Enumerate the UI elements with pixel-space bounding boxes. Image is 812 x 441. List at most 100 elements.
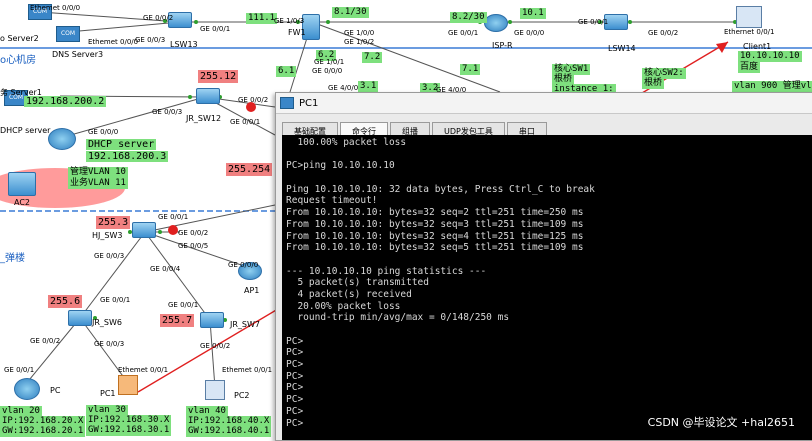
- console-line: From 10.10.10.10: bytes=32 seq=5 ttl=251…: [286, 242, 584, 254]
- isp-router-icon[interactable]: [484, 14, 508, 32]
- console-line: 4 packet(s) received: [286, 288, 412, 300]
- jr-sw12-name: JR_SW12: [186, 114, 222, 123]
- jr-sw12-port-c: GE 0/0/1: [230, 118, 261, 126]
- building-label: _弹楼: [0, 253, 25, 264]
- pc1-icon[interactable]: [118, 375, 138, 395]
- ip-7-2-label: 7.2: [362, 52, 383, 63]
- ip-6-1-label: 6.1: [276, 66, 297, 77]
- fw1-port-a: GE 1/0/3: [274, 17, 305, 25]
- console-line: Ping 10.10.10.10: 32 data bytes, Press C…: [286, 183, 595, 195]
- ip-255-254-label: 255.254: [226, 163, 273, 176]
- ip-8-1-label: 8.1/30: [332, 7, 369, 18]
- dns-port-label: Ethemet 0/0/0: [88, 38, 139, 46]
- console-line: From 10.10.10.10: bytes=32 seq=2 ttl=251…: [286, 207, 584, 219]
- ip-111-label: 111.1: [246, 13, 278, 24]
- console-line: PC>: [286, 370, 304, 382]
- dns-server-icon[interactable]: COM: [56, 26, 80, 42]
- console-line: PC>: [286, 347, 304, 359]
- window-title: PC1: [299, 97, 319, 109]
- console-line: PC>ping 10.10.10.10: [286, 160, 395, 172]
- vlan900-label: vlan 900 管理vlan: [732, 81, 812, 92]
- pc-icon: [280, 97, 294, 109]
- fw1-port-c: GE 1/0/2: [344, 38, 375, 46]
- ip-7-1-label: 7.1: [460, 64, 481, 75]
- hj-sw3-port-b: GE 0/0/2: [178, 229, 209, 237]
- isp-port-a: GE 0/0/1: [448, 29, 479, 37]
- ip-10-1-label: 10.1: [520, 8, 546, 19]
- dhcp-box-ip: 192.168.200.3: [86, 151, 169, 162]
- console-line: Request timeout!: [286, 195, 378, 207]
- ap1-port: GE 0/0/0: [228, 261, 259, 269]
- jr-sw6-port-b: GE 0/0/2: [30, 337, 61, 345]
- server2-port-label: Ethemet 0/0/0: [30, 4, 81, 12]
- port-ge000: GE 0/0/0: [312, 67, 343, 75]
- window-title-bar[interactable]: PC1: [276, 93, 812, 114]
- vlan40-gw: GW:192.168.40.1: [186, 426, 272, 437]
- console-output[interactable]: 100.00% packet loss PC>ping 10.10.10.10 …: [282, 135, 812, 440]
- mgmt-vlan-label: 管理VLAN 10: [68, 167, 128, 178]
- ip-255-3-label: 255.3: [96, 216, 131, 229]
- ip-255-12-label: 255.12: [198, 70, 239, 83]
- port-ge110: GE 1/0/1: [314, 58, 345, 66]
- lsw13-port-c: GE 0/0/1: [200, 25, 231, 33]
- jr-sw7-switch-icon[interactable]: [200, 312, 224, 328]
- dhcp-port: GE 0/0/0: [88, 128, 119, 136]
- pc2-port: Ethemet 0/0/1: [222, 366, 273, 374]
- console-line: PC>: [286, 359, 304, 371]
- vlan20-gw: GW:192.168.20.1: [0, 426, 86, 437]
- server1-ip: 192.168.200.2: [24, 96, 107, 107]
- ip-255-7-label: 255.7: [160, 314, 195, 327]
- hj-sw3-name: HJ_SW3: [92, 231, 123, 240]
- pc1-window[interactable]: PC1 基础配置 命令行 组播 UDP发包工具 串口 100.00% packe…: [275, 92, 812, 441]
- console-line: PC>: [286, 335, 304, 347]
- room-label: o心机房: [0, 55, 37, 66]
- pc2-name: PC2: [234, 391, 250, 400]
- jr-sw7-port-a: GE 0/0/1: [168, 301, 199, 309]
- console-line: PC>: [286, 394, 304, 406]
- hj-sw3-port-e: GE 0/0/4: [150, 265, 181, 273]
- lsw13-port-a: GE 0/0/2: [143, 14, 174, 22]
- jr-sw6-port-c: GE 0/0/3: [94, 340, 125, 348]
- console-line: --- 10.10.10.10 ping statistics ---: [286, 265, 487, 277]
- console-line: PC>: [286, 382, 304, 394]
- console-line: From 10.10.10.10: bytes=32 seq=3 ttl=251…: [286, 218, 584, 230]
- ac2-icon[interactable]: [8, 172, 36, 196]
- console-line: round-trip min/avg/max = 0/148/250 ms: [286, 312, 510, 324]
- jr-sw12-port-b: GE 0/0/3: [152, 108, 183, 116]
- core-sw2-line2: 根桥: [642, 78, 665, 89]
- hj-sw3-port-a: GE 0/0/1: [158, 213, 189, 221]
- dhcp-router-icon[interactable]: [48, 128, 76, 150]
- jr-sw6-switch-icon[interactable]: [68, 310, 92, 326]
- pc-left-name: PC: [50, 386, 61, 395]
- watermark: CSDN @毕设论文 +hal2651: [647, 416, 795, 429]
- jr-sw7-name: JR_SW7: [230, 320, 260, 329]
- isp-port-b: GE 0/0/0: [514, 29, 545, 37]
- jr-sw6-port-a: GE 0/0/1: [100, 296, 131, 304]
- ap1-name: AP1: [244, 286, 260, 295]
- client1-icon[interactable]: [736, 6, 762, 28]
- ip-3-1-label: 3.1: [358, 81, 379, 92]
- console-line: 100.00% packet loss: [286, 137, 407, 148]
- ip-255-6-label: 255.6: [48, 295, 83, 308]
- jr-sw6-name: JR_SW6: [92, 318, 122, 327]
- vlan30-gw: GW:192.168.30.1: [86, 425, 172, 436]
- fw1-name: FW1: [288, 28, 306, 37]
- link-down-marker: [168, 225, 178, 235]
- lsw14-port-b: GE 0/0/2: [648, 29, 679, 37]
- pc2-icon[interactable]: [205, 380, 225, 400]
- hj-sw3-port-d: GE 0/0/3: [94, 252, 125, 260]
- fw1-port-b: GE 1/0/0: [344, 29, 375, 37]
- server2-name: o Server2: [0, 34, 39, 43]
- jr-sw12-switch-icon[interactable]: [196, 88, 220, 104]
- lsw13-name: LSW13: [170, 40, 198, 49]
- pc-left-port: GE 0/0/1: [4, 366, 35, 374]
- console-line: 5 packet(s) transmitted: [286, 277, 429, 289]
- baidu-label: 百度: [738, 62, 761, 73]
- pc-router-icon[interactable]: [14, 378, 40, 400]
- console-line: 20.00% packet loss: [286, 300, 401, 312]
- hj-sw3-switch-icon[interactable]: [132, 222, 156, 238]
- biz-vlan-label: 业务VLAN 11: [68, 178, 128, 189]
